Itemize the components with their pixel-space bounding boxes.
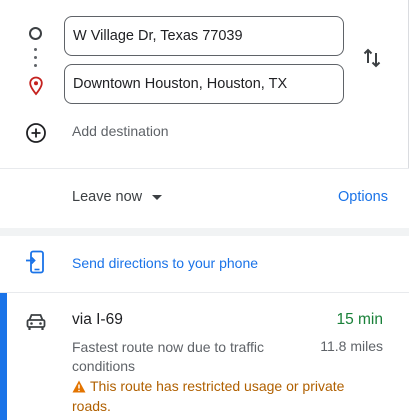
caret-down-icon [152,194,163,200]
section-separator [0,228,409,236]
selected-route-indicator [0,293,7,420]
depart-time-dropdown[interactable]: Leave now [72,189,163,205]
directions-panel: W Village Dr, Texas 77039 Downtown Houst… [0,0,409,420]
destination-input[interactable]: Downtown Houston, Houston, TX [64,64,344,104]
swap-vertical-icon[interactable] [360,46,384,70]
origin-circle-icon [29,27,42,40]
car-icon [26,314,46,330]
origin-input-value: W Village Dr, Texas 77039 [73,28,243,44]
send-to-phone-icon[interactable] [25,250,47,274]
depart-time-label: Leave now [72,189,143,205]
destination-input-value: Downtown Houston, Houston, TX [73,76,288,92]
route-warning: This route has restricted usage or priva… [72,376,372,416]
route-warning-text: This route has restricted usage or priva… [72,378,345,414]
route-option[interactable]: via I-69 15 min Fastest route now due to… [0,293,409,420]
add-destination-icon[interactable] [25,122,47,144]
destination-pin-icon [29,76,43,96]
options-button[interactable]: Options [338,189,388,205]
warning-icon [72,380,86,393]
route-distance: 11.8 miles [320,338,383,354]
send-directions-link[interactable]: Send directions to your phone [72,255,258,271]
route-duration: 15 min [336,311,383,328]
divider [0,168,409,169]
route-description: Fastest route now due to traffic conditi… [72,339,264,374]
route-name: via I-69 [72,311,123,328]
waypoint-dots-icon [34,48,37,70]
add-destination-button[interactable]: Add destination [72,123,169,139]
origin-input[interactable]: W Village Dr, Texas 77039 [64,16,344,56]
